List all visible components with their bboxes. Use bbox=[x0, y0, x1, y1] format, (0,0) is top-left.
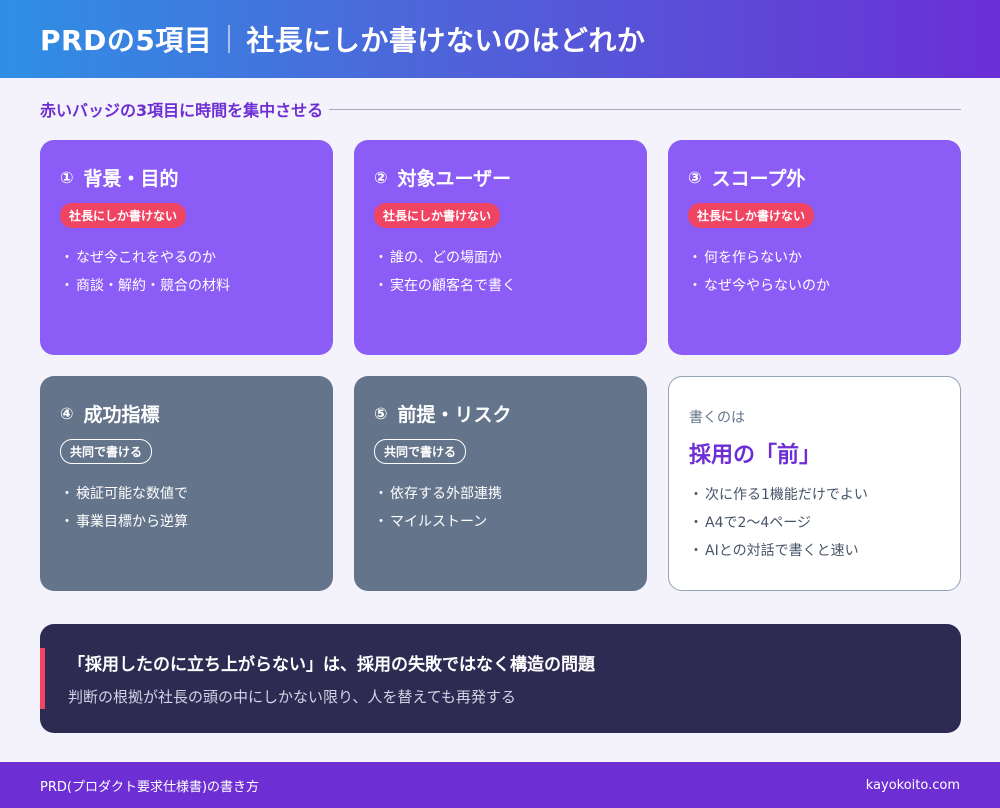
list-item-text: なぜ今やらないのか bbox=[704, 278, 830, 294]
bullet-dot-icon: ・ bbox=[689, 515, 703, 531]
list-item-text: AIとの対話で書くと速い bbox=[705, 543, 859, 559]
bullet-dot-icon: ・ bbox=[60, 278, 74, 294]
summary-bullet-list: ・次に作る1機能だけでよい ・ A4で2〜4ページ ・ AIとの対話で書くと速い bbox=[689, 481, 940, 565]
owner-only-badge: 社長にしか書けない bbox=[60, 203, 187, 228]
card-header: ② 対象ユーザー bbox=[374, 164, 627, 191]
page-title-left: PRDの5項目 bbox=[40, 24, 213, 57]
card-bullet-list: ・誰の、どの場面か ・実在の顧客名で書く bbox=[374, 244, 627, 300]
card-number: ① bbox=[60, 168, 74, 187]
list-item: ・事業目標から逆算 bbox=[60, 508, 313, 536]
list-item: ・検証可能な数値で bbox=[60, 480, 313, 508]
card-background-purpose: ① 背景・目的 社長にしか書けない ・なぜ今これをやるのか ・商談・解約・競合の… bbox=[40, 140, 333, 355]
list-item-text: マイルストーン bbox=[390, 514, 488, 530]
card-out-of-scope: ③ スコープ外 社長にしか書けない ・何を作らないか ・なぜ今やらないのか bbox=[668, 140, 961, 355]
bullet-dot-icon: ・ bbox=[688, 278, 702, 294]
card-bullet-list: ・依存する外部連携 ・マイルストーン bbox=[374, 480, 627, 536]
card-bullet-list: ・検証可能な数値で ・事業目標から逆算 bbox=[60, 480, 313, 536]
card-title: 前提・リスク bbox=[397, 404, 512, 426]
summary-subtitle: 書くのは bbox=[689, 410, 745, 426]
card-number: ⑤ bbox=[374, 404, 388, 423]
card-title: 対象ユーザー bbox=[397, 168, 512, 190]
card-target-user: ② 対象ユーザー 社長にしか書けない ・誰の、どの場面か ・実在の顧客名で書く bbox=[354, 140, 647, 355]
footer-site: kayokoito.com bbox=[865, 777, 960, 793]
callout-accent-bar bbox=[40, 648, 45, 709]
bullet-dot-icon: ・ bbox=[689, 487, 703, 503]
list-item-text: 商談・解約・競合の材料 bbox=[76, 278, 230, 294]
list-item-text: なぜ今これをやるのか bbox=[76, 250, 216, 266]
list-item: ・商談・解約・競合の材料 bbox=[60, 272, 313, 300]
list-item: ・なぜ今これをやるのか bbox=[60, 244, 313, 272]
list-item: ・なぜ今やらないのか bbox=[688, 272, 941, 300]
card-number: ③ bbox=[688, 168, 702, 187]
title-divider bbox=[228, 25, 231, 53]
list-item: ・実在の顧客名で書く bbox=[374, 272, 627, 300]
summary-heading: 採用の「前」 bbox=[689, 443, 822, 468]
shared-badge: 共同で書ける bbox=[60, 439, 153, 464]
list-item-text: 検証可能な数値で bbox=[76, 486, 188, 502]
bullet-dot-icon: ・ bbox=[688, 250, 702, 266]
summary-card: 書くのは 採用の「前」 ・次に作る1機能だけでよい ・ A4で2〜4ページ ・ AI… bbox=[668, 376, 961, 591]
bullet-dot-icon: ・ bbox=[374, 278, 388, 294]
callout-text: 判断の根拠が社長の頭の中にしかない限り、人を替えても再発する bbox=[68, 688, 516, 706]
list-item: ・次に作る1機能だけでよい bbox=[689, 481, 940, 509]
card-header: ③ スコープ外 bbox=[688, 164, 941, 191]
bullet-dot-icon: ・ bbox=[60, 514, 74, 530]
header-banner: PRDの5項目 社長にしか書けないのはどれか bbox=[0, 0, 1000, 78]
section-divider bbox=[329, 108, 961, 110]
callout-title: 「採用したのに立ち上がらない」は、採用の失敗ではなく構造の問題 bbox=[68, 655, 595, 675]
page-title: PRDの5項目 社長にしか書けないのはどれか bbox=[40, 19, 645, 59]
list-item: ・ AIとの対話で書くと速い bbox=[689, 537, 940, 565]
bullet-dot-icon: ・ bbox=[374, 486, 388, 502]
list-item-text: 事業目標から逆算 bbox=[76, 514, 188, 530]
list-item-text: 依存する外部連携 bbox=[390, 486, 502, 502]
card-header: ④ 成功指標 bbox=[60, 400, 313, 427]
list-item: ・依存する外部連携 bbox=[374, 480, 627, 508]
bullet-dot-icon: ・ bbox=[689, 543, 703, 559]
list-item-text: A4で2〜4ページ bbox=[705, 515, 812, 531]
list-item: ・誰の、どの場面か bbox=[374, 244, 627, 272]
list-item-text: 誰の、どの場面か bbox=[390, 250, 502, 266]
card-header: ① 背景・目的 bbox=[60, 164, 313, 191]
card-assumptions-risks: ⑤ 前提・リスク 共同で書ける ・依存する外部連携 ・マイルストーン bbox=[354, 376, 647, 591]
card-header: ⑤ 前提・リスク bbox=[374, 400, 627, 427]
conclusion-callout: 「採用したのに立ち上がらない」は、採用の失敗ではなく構造の問題 判断の根拠が社長… bbox=[40, 624, 961, 733]
owner-only-badge: 社長にしか書けない bbox=[688, 203, 815, 228]
bullet-dot-icon: ・ bbox=[374, 514, 388, 530]
list-item: ・マイルストーン bbox=[374, 508, 627, 536]
page-title-right: 社長にしか書けないのはどれか bbox=[246, 24, 646, 57]
list-item: ・ A4で2〜4ページ bbox=[689, 509, 940, 537]
card-title: 背景・目的 bbox=[83, 168, 179, 190]
bullet-dot-icon: ・ bbox=[60, 250, 74, 266]
list-item-text: 次に作る1機能だけでよい bbox=[705, 487, 868, 503]
list-item: ・何を作らないか bbox=[688, 244, 941, 272]
card-title: 成功指標 bbox=[83, 404, 160, 426]
card-number: ② bbox=[374, 168, 388, 187]
footer: PRD(プロダクト要求仕様書)の書き方 kayokoito.com bbox=[0, 762, 1000, 808]
shared-badge: 共同で書ける bbox=[374, 439, 467, 464]
owner-only-badge: 社長にしか書けない bbox=[374, 203, 501, 228]
bullet-dot-icon: ・ bbox=[374, 250, 388, 266]
card-bullet-list: ・なぜ今これをやるのか ・商談・解約・競合の材料 bbox=[60, 244, 313, 300]
bullet-dot-icon: ・ bbox=[60, 486, 74, 502]
section-heading: 赤いバッジの3項目に時間を集中させる bbox=[40, 96, 961, 122]
list-item-text: 何を作らないか bbox=[704, 250, 802, 266]
footer-title: PRD(プロダクト要求仕様書)の書き方 bbox=[40, 779, 260, 795]
card-title: スコープ外 bbox=[711, 168, 806, 190]
list-item-text: 実在の顧客名で書く bbox=[390, 278, 516, 294]
card-number: ④ bbox=[60, 404, 74, 423]
card-bullet-list: ・何を作らないか ・なぜ今やらないのか bbox=[688, 244, 941, 300]
card-success-metrics: ④ 成功指標 共同で書ける ・検証可能な数値で ・事業目標から逆算 bbox=[40, 376, 333, 591]
section-label: 赤いバッジの3項目に時間を集中させる bbox=[40, 101, 324, 120]
